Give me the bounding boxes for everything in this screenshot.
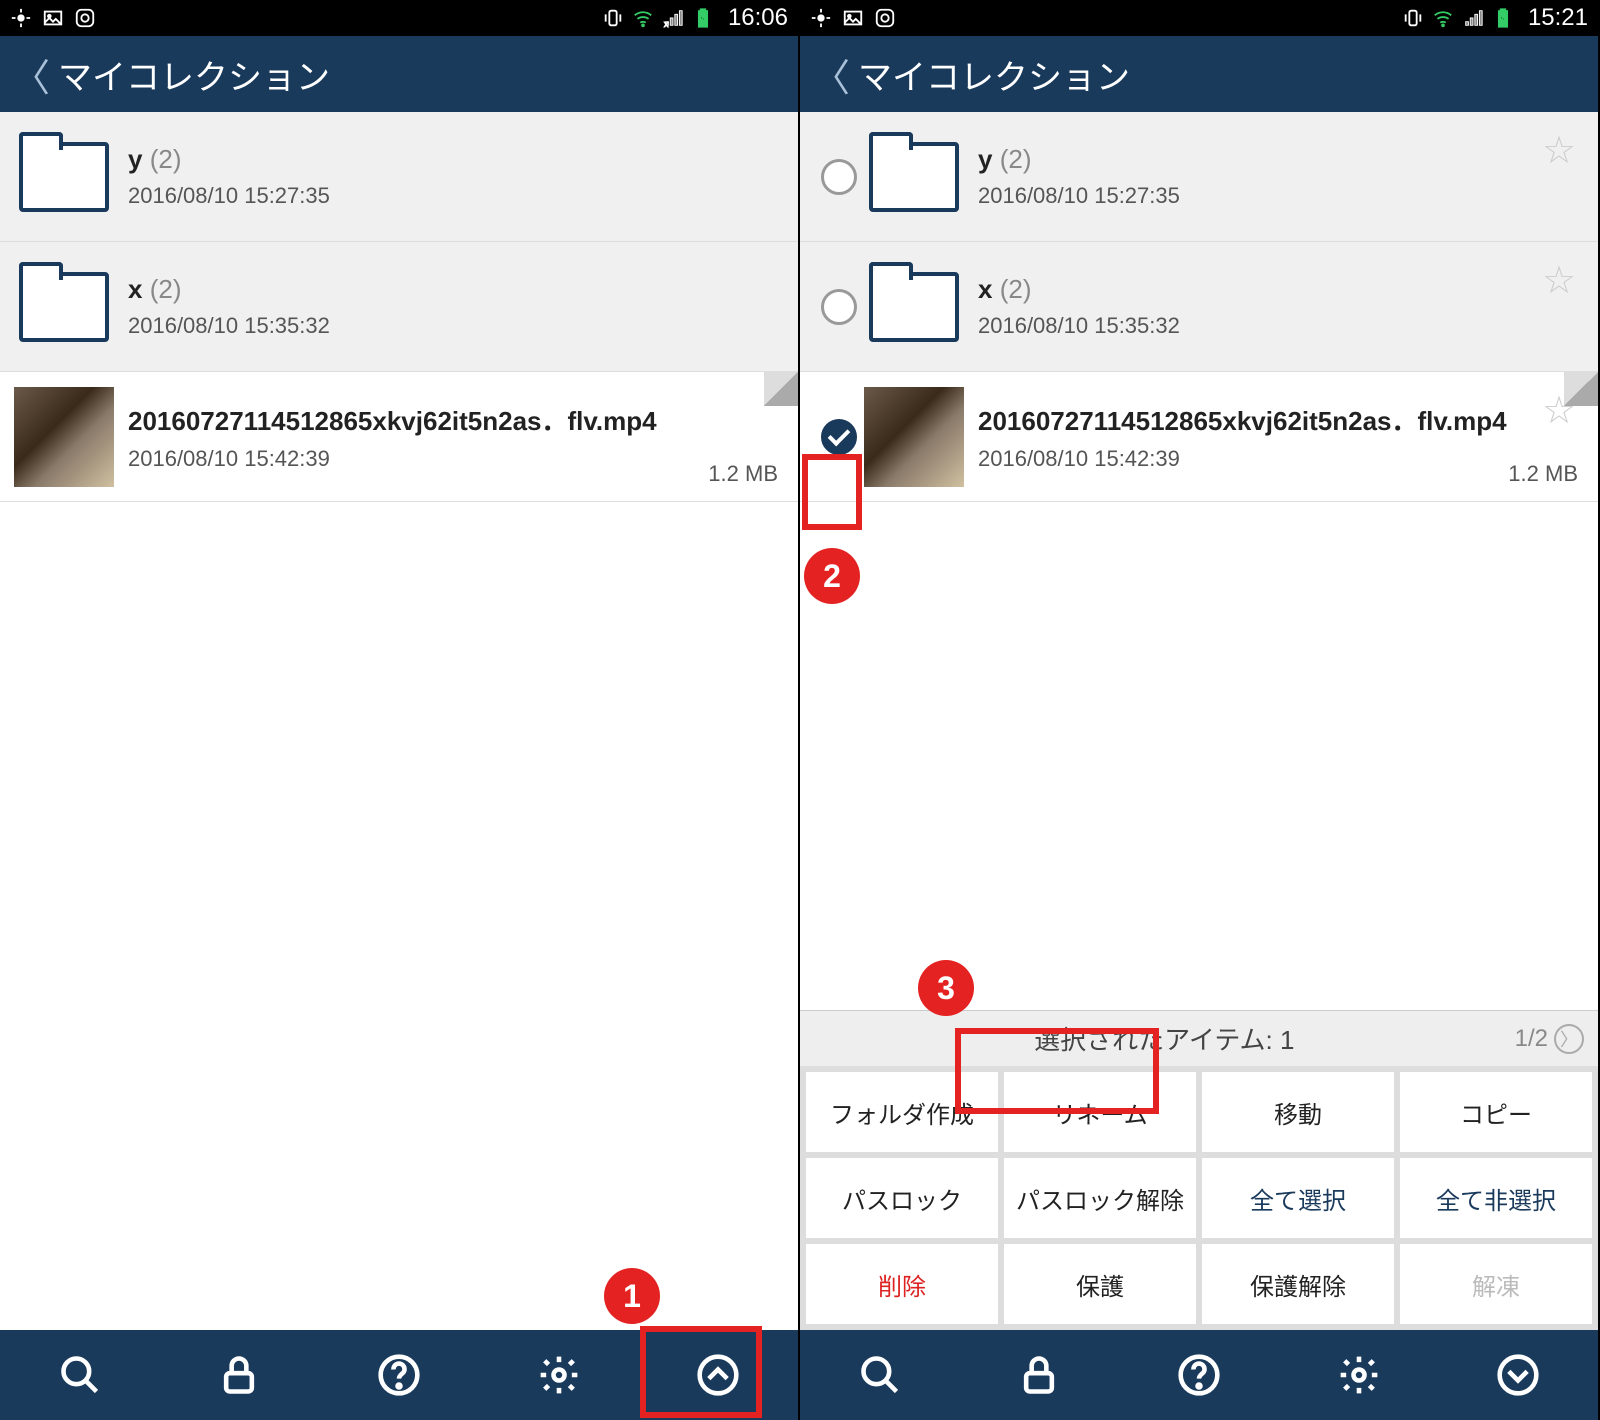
nav-help[interactable]: [1119, 1330, 1279, 1420]
nav-settings[interactable]: [479, 1330, 639, 1420]
list-item[interactable]: 20160727114512865xkvj62it5n2as．flv.mp4 2…: [0, 372, 798, 502]
item-name: x: [978, 274, 992, 304]
item-date: 2016/08/10 15:27:35: [978, 183, 1534, 209]
svg-text:x: x: [664, 19, 669, 29]
folder-icon: [869, 142, 959, 212]
nav-help[interactable]: [319, 1330, 479, 1420]
list-item[interactable]: x (2) 2016/08/10 15:35:32: [0, 242, 798, 372]
callout-badge-1: 1: [604, 1268, 660, 1324]
wifi-icon: [1432, 7, 1454, 29]
battery-icon: [692, 7, 714, 29]
action-move[interactable]: 移動: [1202, 1072, 1394, 1152]
video-thumbnail: [864, 387, 964, 487]
star-icon[interactable]: ☆: [1542, 258, 1576, 303]
item-date: 2016/08/10 15:35:32: [128, 313, 784, 339]
list-item[interactable]: x (2) 2016/08/10 15:35:32 ☆: [800, 242, 1598, 372]
item-name: x: [128, 274, 142, 304]
item-date: 2016/08/10 15:27:35: [128, 183, 784, 209]
action-passlock[interactable]: パスロック: [806, 1158, 998, 1238]
chevron-right-icon[interactable]: 〉: [1554, 1024, 1584, 1054]
item-count: (2): [150, 274, 182, 304]
list-item[interactable]: y (2) 2016/08/10 15:27:35: [0, 112, 798, 242]
app-header[interactable]: 〈 マイコレクション: [0, 36, 798, 112]
earmark-icon: [1564, 372, 1598, 406]
nav-lock[interactable]: [960, 1330, 1120, 1420]
file-list: y (2) 2016/08/10 15:27:35 ☆ x (2) 2016/0…: [800, 112, 1598, 1010]
action-grid: フォルダ作成 リネーム 移動 コピー パスロック パスロック解除 全て選択 全て…: [800, 1066, 1598, 1330]
screen-left: x 16:06 〈 マイコレクション y (2) 2016/08/10 15:2…: [0, 0, 800, 1420]
checkbox[interactable]: [821, 289, 857, 325]
item-date: 2016/08/10 15:42:39: [978, 446, 1534, 472]
item-name: y: [978, 144, 992, 174]
folder-icon: [869, 272, 959, 342]
item-date: 2016/08/10 15:35:32: [978, 313, 1534, 339]
status-time: 16:06: [728, 4, 788, 32]
star-icon[interactable]: ☆: [1542, 128, 1576, 173]
image-icon: [42, 7, 64, 29]
action-protect[interactable]: 保護: [1004, 1244, 1196, 1324]
callout-highlight-1: [640, 1326, 762, 1418]
item-date: 2016/08/10 15:42:39: [128, 446, 784, 472]
nav-settings[interactable]: [1279, 1330, 1439, 1420]
header-title: マイコレクション: [58, 50, 330, 99]
folder-icon: [19, 142, 109, 212]
action-copy[interactable]: コピー: [1400, 1072, 1592, 1152]
action-unprotect[interactable]: 保護解除: [1202, 1244, 1394, 1324]
status-bar: 15:21: [800, 0, 1598, 36]
earmark-icon: [764, 372, 798, 406]
camera-icon: [74, 7, 96, 29]
callout-badge-2: 2: [804, 548, 860, 604]
folder-icon: [19, 272, 109, 342]
action-deselect-all[interactable]: 全て非選択: [1400, 1158, 1592, 1238]
status-bar: x 16:06: [0, 0, 798, 36]
item-name: y: [128, 144, 142, 174]
callout-highlight-2: [802, 454, 862, 530]
wifi-icon: [632, 7, 654, 29]
item-name: 20160727114512865xkvj62it5n2as．flv.mp4: [128, 401, 784, 438]
item-size: 1.2 MB: [1508, 461, 1578, 487]
nav-lock[interactable]: [160, 1330, 320, 1420]
item-count: (2): [1000, 144, 1032, 174]
image-icon: [842, 7, 864, 29]
item-count: (2): [1000, 274, 1032, 304]
item-size: 1.2 MB: [708, 461, 778, 487]
page-indicator: 1/2 〉: [1515, 1024, 1584, 1054]
signal-icon: [1462, 7, 1484, 29]
gps-icon: [10, 7, 32, 29]
status-time: 15:21: [1528, 4, 1588, 32]
callout-highlight-3: [955, 1028, 1159, 1114]
camera-icon: [874, 7, 896, 29]
gps-icon: [810, 7, 832, 29]
bottom-nav: [800, 1330, 1598, 1420]
action-passlock-remove[interactable]: パスロック解除: [1004, 1158, 1196, 1238]
vibrate-icon: [602, 7, 624, 29]
nav-collapse[interactable]: [1438, 1330, 1598, 1420]
nav-search[interactable]: [0, 1330, 160, 1420]
action-header: 選択されたアイテム: 1 1/2 〉: [800, 1010, 1598, 1066]
list-item[interactable]: y (2) 2016/08/10 15:27:35 ☆: [800, 112, 1598, 242]
item-name: 20160727114512865xkvj62it5n2as．flv.mp4: [978, 401, 1534, 438]
item-count: (2): [150, 144, 182, 174]
callout-badge-3: 3: [918, 960, 974, 1016]
checkbox-checked[interactable]: [821, 419, 857, 455]
action-delete[interactable]: 削除: [806, 1244, 998, 1324]
vibrate-icon: [1402, 7, 1424, 29]
action-extract: 解凍: [1400, 1244, 1592, 1324]
back-icon[interactable]: 〈: [12, 47, 50, 102]
app-header[interactable]: 〈 マイコレクション: [800, 36, 1598, 112]
battery-icon: [1492, 7, 1514, 29]
list-item[interactable]: 20160727114512865xkvj62it5n2as．flv.mp4 2…: [800, 372, 1598, 502]
action-select-all[interactable]: 全て選択: [1202, 1158, 1394, 1238]
checkbox[interactable]: [821, 159, 857, 195]
nav-search[interactable]: [800, 1330, 960, 1420]
signal-icon: x: [662, 7, 684, 29]
screen-right: 15:21 〈 マイコレクション y (2) 2016/08/10 15:27:…: [800, 0, 1600, 1420]
video-thumbnail: [14, 387, 114, 487]
file-list: y (2) 2016/08/10 15:27:35 x (2) 2016/08/…: [0, 112, 798, 1330]
back-icon[interactable]: 〈: [812, 47, 850, 102]
header-title: マイコレクション: [858, 50, 1130, 99]
